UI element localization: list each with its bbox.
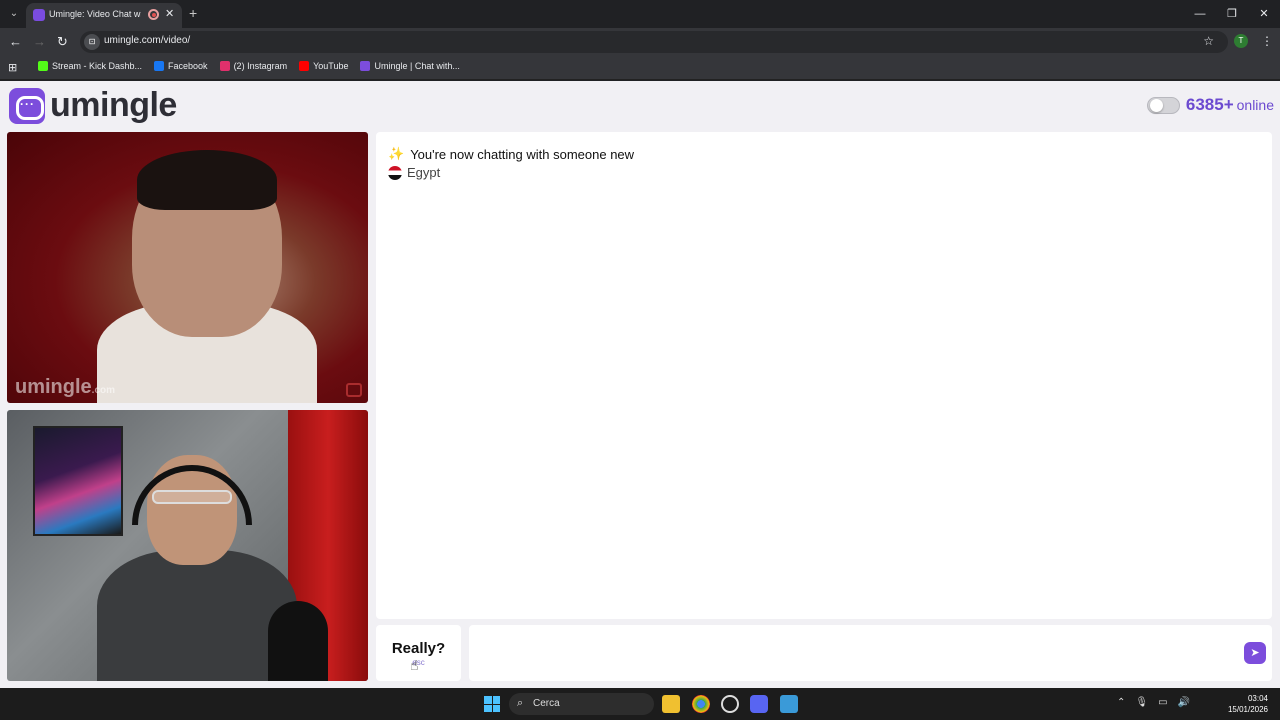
headphones <box>132 465 252 525</box>
microphone <box>268 601 328 681</box>
chat-panel: ✨ You're now chatting with someone new E… <box>376 132 1272 619</box>
clock-time: 03:04 <box>1247 694 1268 703</box>
bookmark-favicon-icon <box>360 61 371 71</box>
discord-icon[interactable] <box>750 695 768 713</box>
online-indicator: 6385+ online <box>1146 95 1274 115</box>
windows-taskbar: ⌕ Cerca ⌃ 🎙 ▭ 🔊 03:04 15/01/2026 <box>0 688 1280 720</box>
tab-close-icon[interactable]: ✕ <box>165 7 174 20</box>
stranger-hair <box>137 150 277 210</box>
reload-icon[interactable]: ↻ <box>57 34 68 50</box>
wall-poster <box>33 426 123 536</box>
recording-indicator-icon <box>148 9 159 20</box>
clock-date: 15/01/2026 <box>1227 705 1268 714</box>
bookmark-list: Stream - Kick Dashb... Facebook (2) Instag… <box>38 61 460 71</box>
country-name: Egypt <box>407 165 441 180</box>
new-tab-button[interactable]: + <box>189 5 197 21</box>
bookmark-label: YouTube <box>313 61 349 71</box>
obs-icon[interactable] <box>721 695 739 713</box>
tray-chevron-icon[interactable]: ⌃ <box>1117 697 1125 708</box>
network-icon[interactable]: ▭ <box>1158 697 1167 708</box>
taskbar-search[interactable]: ⌕ Cerca <box>509 693 654 715</box>
bookmark-label: Facebook <box>168 61 208 71</box>
egypt-flag-icon <box>388 165 402 180</box>
bookmark-label: Stream - Kick Dashb... <box>52 61 143 71</box>
back-icon[interactable]: ← <box>9 34 22 49</box>
umingle-watermark: umingle.com <box>15 376 116 398</box>
forward-icon[interactable]: → <box>33 34 46 49</box>
umingle-favicon-icon <box>33 9 45 21</box>
window-controls: — ❐ ✕ <box>1184 0 1280 28</box>
skip-button[interactable]: Really? esc ☝ <box>376 625 461 681</box>
self-sweater <box>97 550 297 681</box>
apps-grid-icon[interactable]: ⊞ <box>8 61 17 74</box>
sparkle-icon: ✨ <box>388 146 405 161</box>
bookmark-item[interactable]: Stream - Kick Dashb... <box>38 61 142 71</box>
restore-button[interactable]: ❐ <box>1216 0 1248 28</box>
message-input[interactable] <box>479 635 1229 671</box>
address-bar[interactable]: ⊡ umingle.com/video/ ☆ <box>80 31 1228 53</box>
microphone-icon[interactable]: 🎙 <box>1135 697 1148 708</box>
browser-menu-icon[interactable]: ⋮ <box>1261 34 1273 48</box>
system-tray: ⌃ 🎙 ▭ 🔊 <box>1117 697 1190 708</box>
self-video <box>7 410 368 681</box>
taskbar-search-placeholder: Cerca <box>533 698 560 709</box>
bookmark-item[interactable]: Umingle | Chat with... <box>360 61 460 71</box>
profile-avatar[interactable]: T <box>1234 34 1248 48</box>
chat-bubble-logo-icon <box>9 87 45 124</box>
minimize-button[interactable]: — <box>1184 0 1216 28</box>
skip-button-label: Really? <box>391 640 446 657</box>
url-text[interactable]: umingle.com/video/ <box>104 35 190 46</box>
bookmark-star-icon[interactable]: ☆ <box>1203 34 1214 48</box>
theme-toggle[interactable] <box>1146 96 1180 114</box>
tab-title: Umingle: Video Chat with S <box>49 9 141 19</box>
windows-start-icon[interactable] <box>484 696 500 712</box>
browser-tabstrip: ⌄ Umingle: Video Chat with S ✕ + — ❐ ✕ <box>0 0 1280 28</box>
site-info-icon[interactable]: ⊡ <box>84 34 100 50</box>
bookmark-favicon-icon <box>38 61 48 71</box>
bookmark-item[interactable]: Facebook <box>154 61 208 71</box>
umingle-corner-logo-icon <box>346 383 362 397</box>
send-button[interactable]: ➤ <box>1244 642 1266 664</box>
search-icon: ⌕ <box>517 697 524 709</box>
chrome-icon[interactable] <box>692 695 710 713</box>
umingle-page: umingle 6385+ online umingle.com ✨ You'r… <box>0 81 1280 688</box>
system-clock[interactable]: 03:04 15/01/2026 <box>1228 693 1268 715</box>
notepad-icon[interactable] <box>780 695 798 713</box>
close-window-button[interactable]: ✕ <box>1248 0 1280 28</box>
message-composer: ➤ <box>469 625 1272 681</box>
volume-icon[interactable]: 🔊 <box>1178 697 1190 708</box>
system-message-text: You're now chatting with someone new <box>410 146 635 162</box>
system-message: ✨ You're now chatting with someone new <box>388 146 634 162</box>
file-explorer-icon[interactable] <box>662 695 680 713</box>
bookmark-favicon-icon <box>219 61 230 71</box>
bookmark-label: Umingle | Chat with... <box>374 61 460 71</box>
bookmark-favicon-icon <box>154 61 165 71</box>
stranger-video: umingle.com <box>7 132 368 403</box>
logo[interactable]: umingle <box>9 86 177 125</box>
browser-toolbar: ← → ↻ ⊡ umingle.com/video/ ☆ T ⋮ <box>0 28 1280 56</box>
online-count: 6385+ <box>1185 95 1234 114</box>
mouse-cursor-icon: ☝ <box>410 657 419 673</box>
tab-search-icon[interactable]: ⌄ <box>6 6 22 22</box>
online-label: online <box>1236 97 1274 113</box>
bookmark-item[interactable]: (2) Instagram <box>219 61 288 71</box>
bookmark-favicon-icon <box>299 61 310 71</box>
bookmark-label: (2) Instagram <box>233 61 288 71</box>
stranger-country: Egypt <box>388 165 440 180</box>
logo-text: umingle <box>50 86 177 124</box>
bookmarks-bar: ⊞ Stream - Kick Dashb... Facebook (2) Inst… <box>0 56 1280 80</box>
browser-tab-active[interactable]: Umingle: Video Chat with S ✕ <box>26 3 182 28</box>
bookmark-item[interactable]: YouTube <box>299 61 348 71</box>
